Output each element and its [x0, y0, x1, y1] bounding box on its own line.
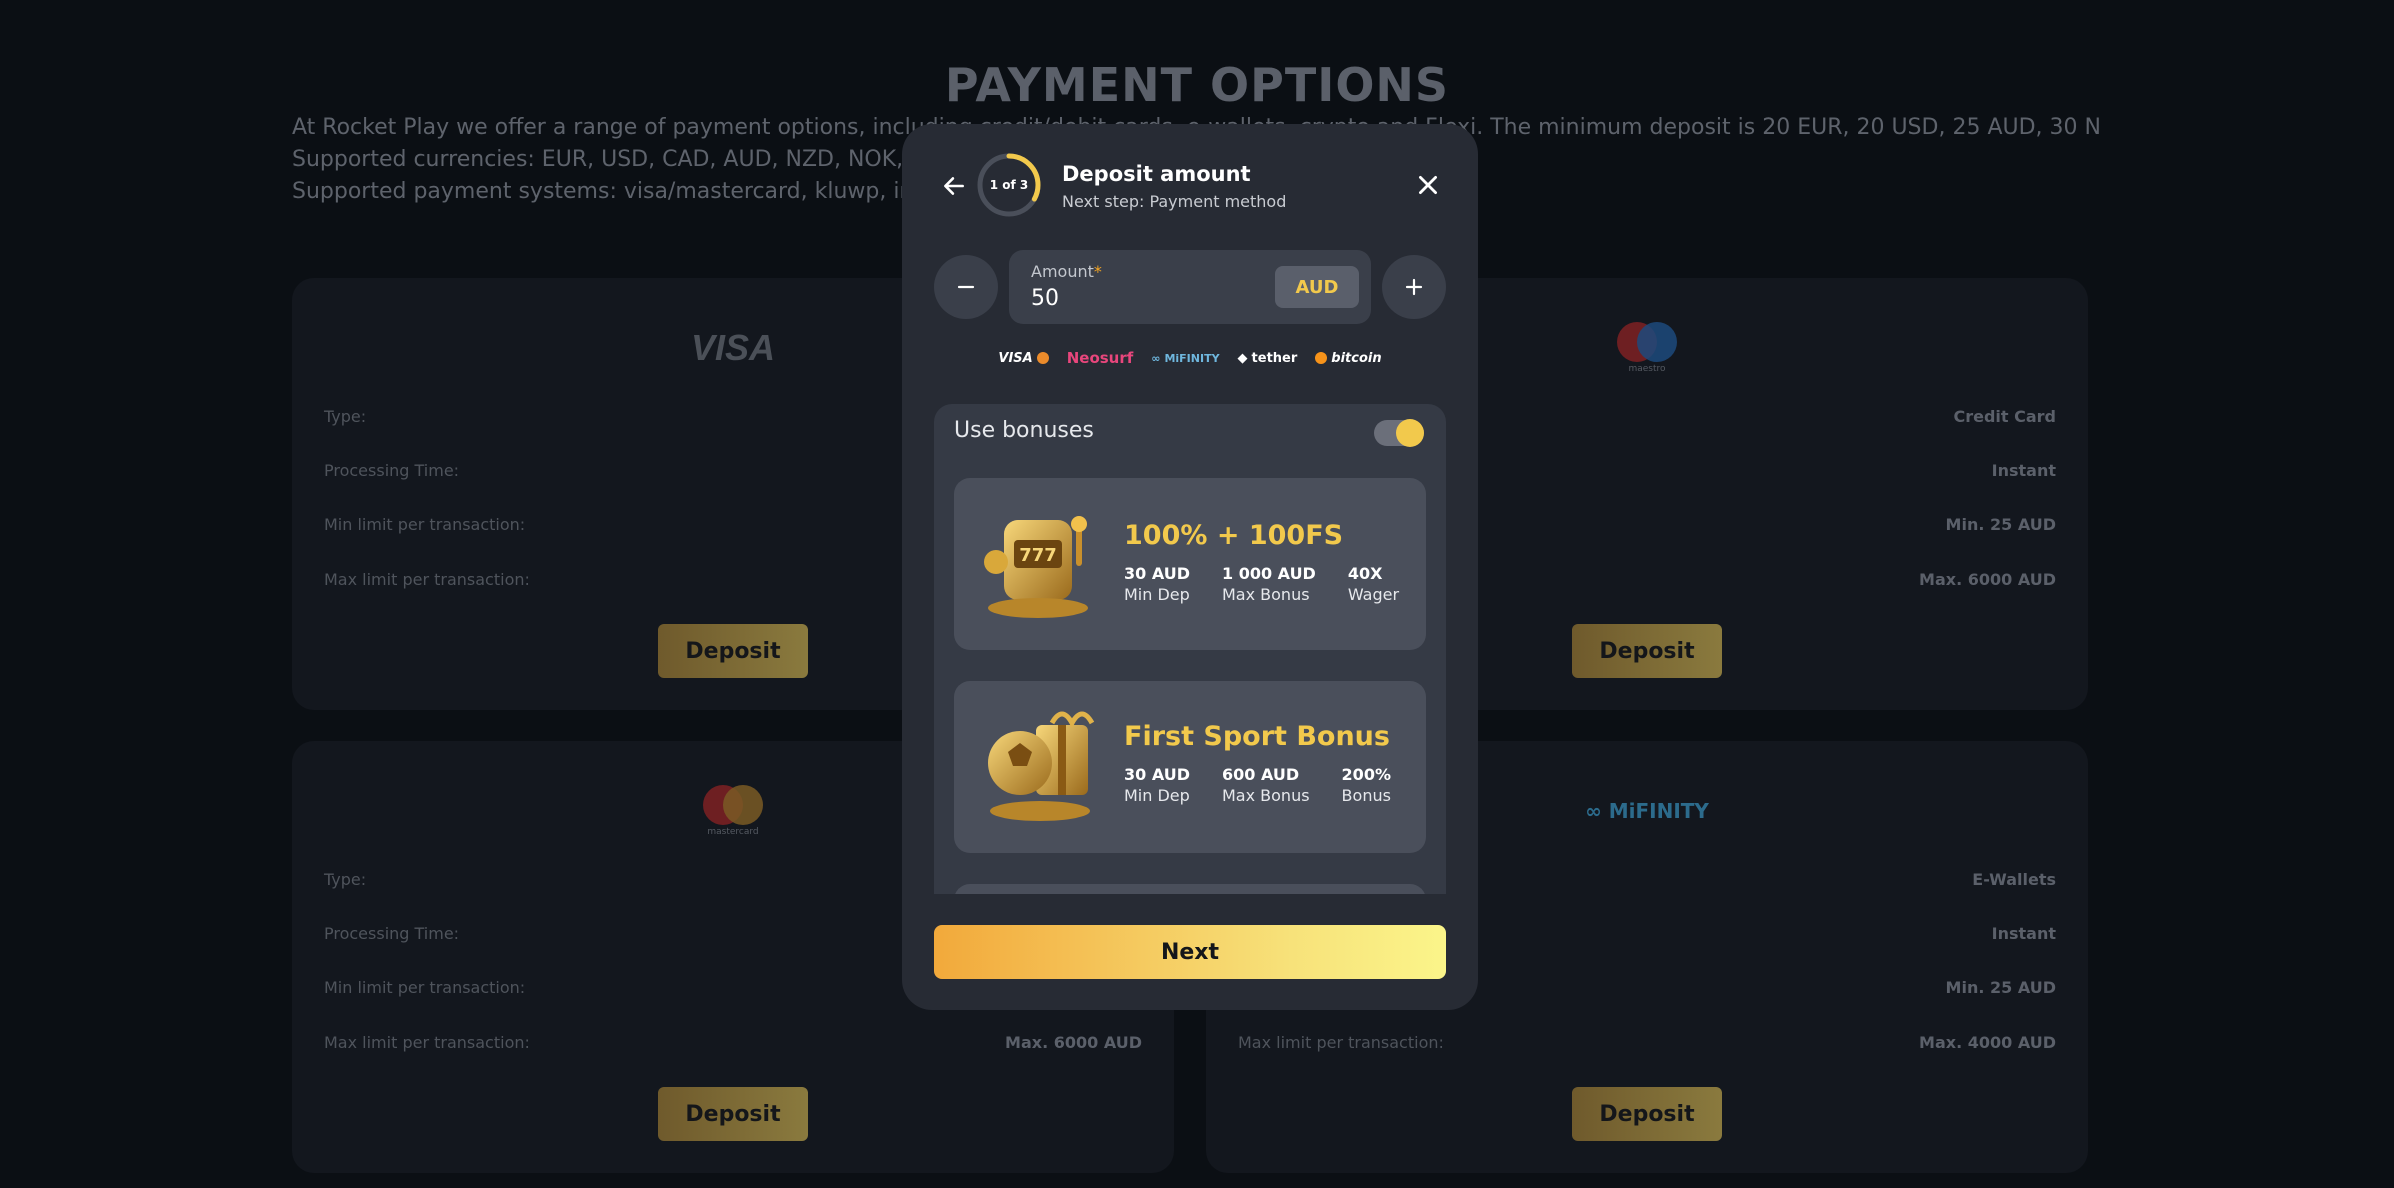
payment-method-icons: VISA Neosurf ∞ MiFINITY ◆ tether bitcoin: [902, 344, 1478, 372]
stat-bonus-percent: 200% Bonus: [1341, 765, 1391, 805]
bonus-stats: 30 AUD Min Dep 600 AUD Max Bonus 200% Bonus: [1124, 765, 1391, 805]
next-button[interactable]: Next: [934, 925, 1446, 979]
maestro-logo: maestro: [1615, 322, 1679, 374]
card-row-max: Max limit per transaction: Max. 4000 AUD: [1238, 1032, 2056, 1052]
bonus-stats: 30 AUD Min Dep 1 000 AUD Max Bonus 40X Wage…: [1124, 564, 1399, 604]
increase-amount-button[interactable]: [1382, 255, 1446, 319]
stat-max-bonus: 600 AUD Max Bonus: [1222, 765, 1310, 805]
modal-title: Deposit amount: [1062, 162, 1251, 186]
plus-icon: [1405, 278, 1423, 296]
bonus-title: First Sport Bonus: [1124, 721, 1390, 752]
arrow-left-icon: [944, 177, 964, 195]
deposit-modal: 1 of 3 Deposit amount Next step: Payment…: [902, 124, 1478, 1010]
page-title: PAYMENT OPTIONS: [944, 58, 1450, 112]
amount-label: Amount: [1031, 262, 1094, 281]
deposit-button[interactable]: Deposit: [658, 624, 808, 678]
step-progress-ring: 1 of 3: [976, 152, 1042, 218]
use-bonuses-toggle[interactable]: [1374, 419, 1424, 447]
bonus-title: 100% + 100FS: [1124, 520, 1344, 551]
svg-text:777: 777: [1019, 545, 1057, 566]
stat-min-dep: 30 AUD Min Dep: [1124, 765, 1190, 805]
decrease-amount-button[interactable]: [934, 255, 998, 319]
step-badge: 1 of 3: [989, 178, 1029, 192]
close-icon: [1419, 176, 1437, 194]
mifinity-logo: ∞ MiFINITY: [1585, 799, 1709, 823]
visa-mastercard-icon: VISA: [998, 351, 1049, 366]
close-button[interactable]: [1406, 163, 1450, 207]
bitcoin-icon: bitcoin: [1315, 351, 1382, 366]
use-bonuses-label: Use bonuses: [954, 418, 1094, 443]
stat-min-dep: 30 AUD Min Dep: [1124, 564, 1190, 604]
currency-button[interactable]: AUD: [1275, 266, 1359, 308]
mastercard-logo: mastercard: [701, 785, 765, 837]
card-row-max: Max limit per transaction: Max. 6000 AUD: [324, 1032, 1142, 1052]
slot-machine-icon: 777: [984, 516, 1088, 618]
sport-gift-icon: [988, 711, 1095, 821]
stat-max-bonus: 1 000 AUD Max Bonus: [1222, 564, 1316, 604]
neosurf-icon: Neosurf: [1066, 349, 1134, 367]
minus-icon: [957, 285, 975, 289]
bonus-panel: Use bonuses 777 100% + 100FS 30 AUD Min D…: [934, 404, 1446, 894]
bonus-offer-card[interactable]: [954, 884, 1426, 894]
deposit-button[interactable]: Deposit: [1572, 1087, 1722, 1141]
amount-field[interactable]: Amount* AUD: [1009, 250, 1371, 324]
required-mark: *: [1093, 262, 1102, 281]
deposit-button[interactable]: Deposit: [658, 1087, 808, 1141]
bonus-offer-card[interactable]: 777 100% + 100FS 30 AUD Min Dep 1 000 AUD…: [954, 478, 1426, 650]
modal-subtitle: Next step: Payment method: [1062, 192, 1287, 211]
deposit-button[interactable]: Deposit: [1572, 624, 1722, 678]
back-button[interactable]: [932, 164, 976, 208]
stat-wager: 40X Wager: [1347, 564, 1400, 604]
bonus-offer-card[interactable]: First Sport Bonus 30 AUD Min Dep 600 AUD M…: [954, 681, 1426, 853]
mifinity-icon: ∞ MiFINITY: [1151, 351, 1220, 365]
tether-icon: ◆ tether: [1237, 350, 1298, 366]
amount-input[interactable]: [1031, 286, 1231, 311]
